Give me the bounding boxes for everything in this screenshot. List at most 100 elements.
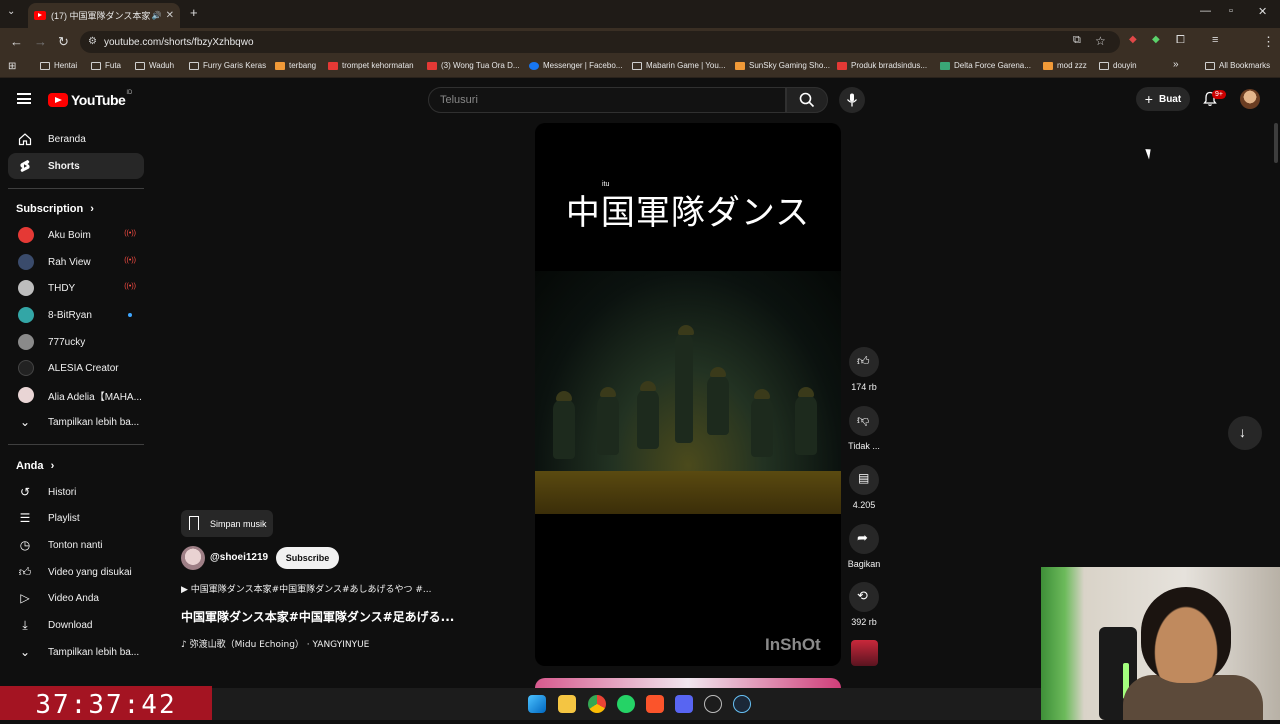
create-button[interactable]: + Buat xyxy=(1136,87,1190,111)
minimize-icon[interactable]: — xyxy=(1200,5,1211,17)
sidebar-subscription[interactable]: Rah View ((•)) xyxy=(8,249,144,275)
microphone-icon xyxy=(846,93,858,107)
site-info-icon[interactable]: ⚙ xyxy=(88,36,97,47)
next-video-button[interactable]: ↓ xyxy=(1228,416,1262,450)
bookmark-item[interactable]: Mabarin Game | You... xyxy=(632,61,725,70)
discord-icon[interactable] xyxy=(675,695,693,713)
brave-icon[interactable] xyxy=(646,695,664,713)
sidebar-item-watch-later[interactable]: ◷ Tonton nanti xyxy=(8,532,144,558)
all-bookmarks[interactable]: All Bookmarks xyxy=(1205,61,1270,70)
sidebar-item-your-videos[interactable]: ▷ Video Anda xyxy=(8,585,144,611)
show-more-subscriptions[interactable]: ⌄ Tampilkan lebih ba... xyxy=(8,409,144,435)
notification-badge: 9+ xyxy=(1212,90,1226,99)
bookmark-item[interactable]: Furry Garis Keras xyxy=(189,61,266,70)
voice-search-button[interactable] xyxy=(839,87,865,113)
channel-avatar[interactable] xyxy=(181,546,205,570)
bookmark-item[interactable]: Waduh xyxy=(135,61,174,70)
bookmark-item[interactable]: Futa xyxy=(91,61,121,70)
more-bookmarks-icon[interactable]: » xyxy=(1173,59,1179,70)
youtube-logo[interactable]: YouTube ID xyxy=(48,90,132,108)
thumb-up-icon: 👍︎ xyxy=(18,565,32,579)
channel-avatar xyxy=(18,227,34,243)
sidebar-item-download[interactable]: ⤓ Download xyxy=(8,612,144,638)
sidebar-item-history[interactable]: ↺ Histori xyxy=(8,479,144,505)
subscribe-button[interactable]: Subscribe xyxy=(276,547,339,569)
like-button[interactable]: 👍︎ xyxy=(849,347,879,377)
chrome-icon[interactable] xyxy=(588,695,606,713)
stage-floor xyxy=(535,471,841,514)
save-music-button[interactable]: Simpan musik xyxy=(181,510,273,537)
sidebar-subscription[interactable]: 777ucky xyxy=(8,329,144,355)
bookmark-item[interactable]: (3) Wong Tua Ora D... xyxy=(427,61,520,70)
bookmark-item[interactable]: trompet kehormatan xyxy=(328,61,414,70)
shorts-video-player[interactable]: itu 中国軍隊ダンス InShOt xyxy=(535,123,841,666)
search-input[interactable]: Telusuri xyxy=(428,87,786,113)
share-button[interactable]: ➦ xyxy=(849,524,879,554)
dislike-button[interactable]: 👎︎ xyxy=(849,406,879,436)
show-more-you[interactable]: ⌄ Tampilkan lebih ba... xyxy=(8,639,144,665)
sidebar-subscription[interactable]: 8-BitRyan xyxy=(8,302,144,328)
bookmark-item[interactable]: mod zzz xyxy=(1043,61,1087,70)
sidebar-item-home[interactable]: Beranda xyxy=(8,126,144,152)
windows-start-icon[interactable] xyxy=(528,695,546,713)
url-text: youtube.com/shorts/fbzyXzhbqwo xyxy=(104,36,254,48)
sidebar-subscription[interactable]: ALESIA Creator xyxy=(8,355,144,381)
sidebar-subscription[interactable]: Alia Adelia【MAHA... xyxy=(8,382,144,408)
scrollbar[interactable] xyxy=(1274,123,1278,163)
channel-avatar xyxy=(18,360,34,376)
search-button[interactable] xyxy=(786,87,828,113)
bookmark-item[interactable]: terbang xyxy=(275,61,316,70)
remix-button[interactable]: ⟲ xyxy=(849,582,879,612)
channel-name[interactable]: @shoei1219 xyxy=(210,552,268,563)
you-header[interactable]: Anda › xyxy=(16,460,54,472)
tab-close-icon[interactable]: ✕ xyxy=(166,10,174,21)
bookmark-item[interactable]: Hentai xyxy=(40,61,77,70)
media-control-icon[interactable]: ≡ xyxy=(1212,34,1218,46)
forward-icon[interactable]: → xyxy=(34,34,47,49)
video-title[interactable]: 中国軍隊ダンス本家#中国軍隊ダンス#足あげる... xyxy=(181,608,454,625)
extension-icon[interactable]: ◆ xyxy=(1129,34,1137,45)
bookmark-item[interactable]: Produk brradsindus... xyxy=(837,61,927,70)
comments-button[interactable]: ▤ xyxy=(849,465,879,495)
folder-icon xyxy=(189,61,199,70)
youtube-icon xyxy=(328,61,338,70)
reload-icon[interactable]: ↻ xyxy=(58,34,69,50)
bookmark-item[interactable]: Delta Force Garena... xyxy=(940,61,1031,70)
close-window-icon[interactable]: ✕ xyxy=(1258,5,1267,18)
bookmark-star-icon[interactable]: ☆ xyxy=(1095,34,1106,48)
obs-icon[interactable] xyxy=(704,695,722,713)
browser-menu-icon[interactable]: ⋮ xyxy=(1262,34,1275,50)
browser-tab-active[interactable]: (17) 中国軍隊ダンス本家#中国 🔊 ✕ xyxy=(28,3,180,28)
menu-icon[interactable] xyxy=(17,93,31,104)
steam-icon[interactable] xyxy=(733,695,751,713)
maximize-icon[interactable]: ▫ xyxy=(1229,5,1233,17)
install-app-icon[interactable]: ⧉ xyxy=(1073,34,1081,47)
bookmark-item[interactable]: douyin xyxy=(1099,61,1137,70)
back-icon[interactable]: ← xyxy=(10,34,23,49)
bookmark-item[interactable]: SunSky Gaming Sho... xyxy=(735,61,830,70)
bookmark-item[interactable]: Messenger | Facebo... xyxy=(529,61,622,70)
music-credit[interactable]: ♪ 弥渡山歌（Midu Echoing） · YANGYINYUE xyxy=(181,637,369,650)
subscription-header[interactable]: Subscription › xyxy=(16,203,94,215)
extension-green-icon[interactable]: ◆ xyxy=(1152,34,1160,45)
new-tab-button[interactable]: + xyxy=(190,5,198,20)
sidebar-subscription[interactable]: Aku Boim ((•)) xyxy=(8,222,144,248)
apps-grid-icon[interactable]: ⊞ xyxy=(8,61,16,72)
whatsapp-icon[interactable] xyxy=(617,695,635,713)
comment-count: 4.205 xyxy=(852,500,876,510)
video-description[interactable]: ▶ 中国軍隊ダンス本家#中国軍隊ダンス#あしあげるやつ #... xyxy=(181,582,432,595)
comment-icon: ▤ xyxy=(858,471,870,485)
account-avatar[interactable] xyxy=(1240,89,1260,109)
sidebar-subscription[interactable]: THDY ((•)) xyxy=(8,275,144,301)
file-explorer-icon[interactable] xyxy=(558,695,576,713)
shorts-icon xyxy=(20,160,30,172)
sidebar-item-playlist[interactable]: ☰ Playlist xyxy=(8,505,144,531)
url-field[interactable]: ⚙ youtube.com/shorts/fbzyXzhbqwo xyxy=(80,31,1120,53)
sound-thumbnail[interactable] xyxy=(851,640,878,666)
sidebar-item-shorts[interactable]: Shorts xyxy=(8,153,144,179)
speaker-icon[interactable]: 🔊 xyxy=(152,11,162,20)
sidebar-item-liked[interactable]: 👍︎ Video yang disukai xyxy=(8,559,144,585)
extensions-puzzle-icon[interactable]: ⧠ xyxy=(1176,34,1185,47)
share-icon: ➦ xyxy=(857,530,868,545)
tab-search-button[interactable]: ⌄ xyxy=(7,6,15,17)
